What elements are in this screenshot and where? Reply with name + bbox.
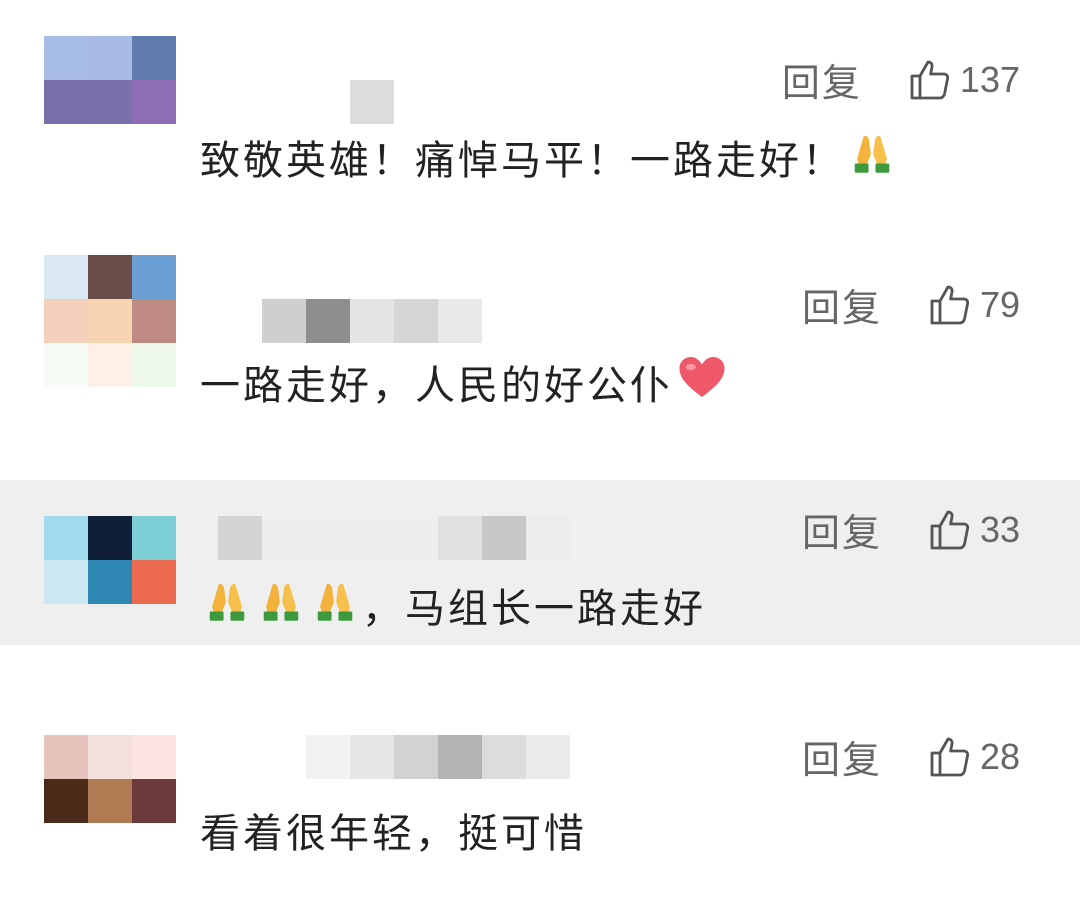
username-blurred[interactable] (350, 80, 394, 124)
comment-actions: 回复 79 (802, 277, 1020, 332)
folded-hands-icon (258, 577, 304, 633)
comment-body: 致敬英雄！痛悼马平！一路走好！ (200, 138, 845, 184)
reply-button[interactable]: 回复 (782, 52, 862, 107)
thumbs-up-outline-icon (930, 737, 970, 776)
avatar[interactable] (44, 255, 176, 387)
comment-body: 看着很年轻，挺可惜 (200, 811, 587, 857)
folded-hands-icon (312, 577, 358, 633)
username-blurred[interactable] (262, 299, 482, 343)
like-count: 33 (979, 508, 1020, 550)
thumbs-up-outline-icon (930, 510, 970, 549)
like-count: 79 (979, 283, 1020, 325)
like-count: 28 (979, 735, 1020, 777)
comment-actions: 回复 137 (782, 52, 1020, 107)
like-button[interactable]: 137 (906, 56, 1020, 104)
folded-hands-icon (849, 129, 895, 185)
comment-item: 回复 28 看着很年轻，挺可惜 (0, 645, 1080, 910)
username-blurred[interactable] (306, 735, 570, 779)
like-button[interactable]: 28 (926, 733, 1020, 781)
comment-body: ，马组长一路走好 (362, 586, 706, 632)
reply-button[interactable]: 回复 (802, 277, 882, 332)
avatar[interactable] (44, 516, 176, 604)
username-blurred[interactable] (218, 516, 570, 560)
folded-hands-icon (204, 577, 250, 633)
comment-item: 回复 79 一路走好，人民的好公仆 (0, 225, 1080, 480)
comment-text: ，马组长一路走好 (200, 576, 706, 634)
comment-body: 一路走好，人民的好公仆 (200, 363, 673, 409)
comment-text: 一路走好，人民的好公仆 (200, 353, 731, 411)
thumbs-up-outline-icon (930, 285, 970, 324)
comment-text: 致敬英雄！痛悼马平！一路走好！ (200, 128, 899, 186)
like-button[interactable]: 79 (926, 281, 1020, 329)
reply-button[interactable]: 回复 (802, 729, 882, 784)
reply-button[interactable]: 回复 (802, 502, 882, 557)
avatar[interactable] (44, 36, 176, 124)
comment-actions: 回复 33 (802, 502, 1020, 557)
comment-item-highlighted: 回复 33 ，马组长一路走好 (0, 480, 1080, 645)
thumbs-up-outline-icon (910, 60, 949, 99)
comment-item: 回复 137 致敬英雄！痛悼马平！一路走好！ (0, 0, 1080, 225)
avatar[interactable] (44, 735, 176, 823)
comment-actions: 回复 28 (802, 729, 1020, 784)
like-count: 137 (959, 58, 1020, 100)
red-heart-icon (677, 354, 727, 410)
comment-text: 看着很年轻，挺可惜 (200, 801, 587, 859)
like-button[interactable]: 33 (926, 506, 1020, 554)
